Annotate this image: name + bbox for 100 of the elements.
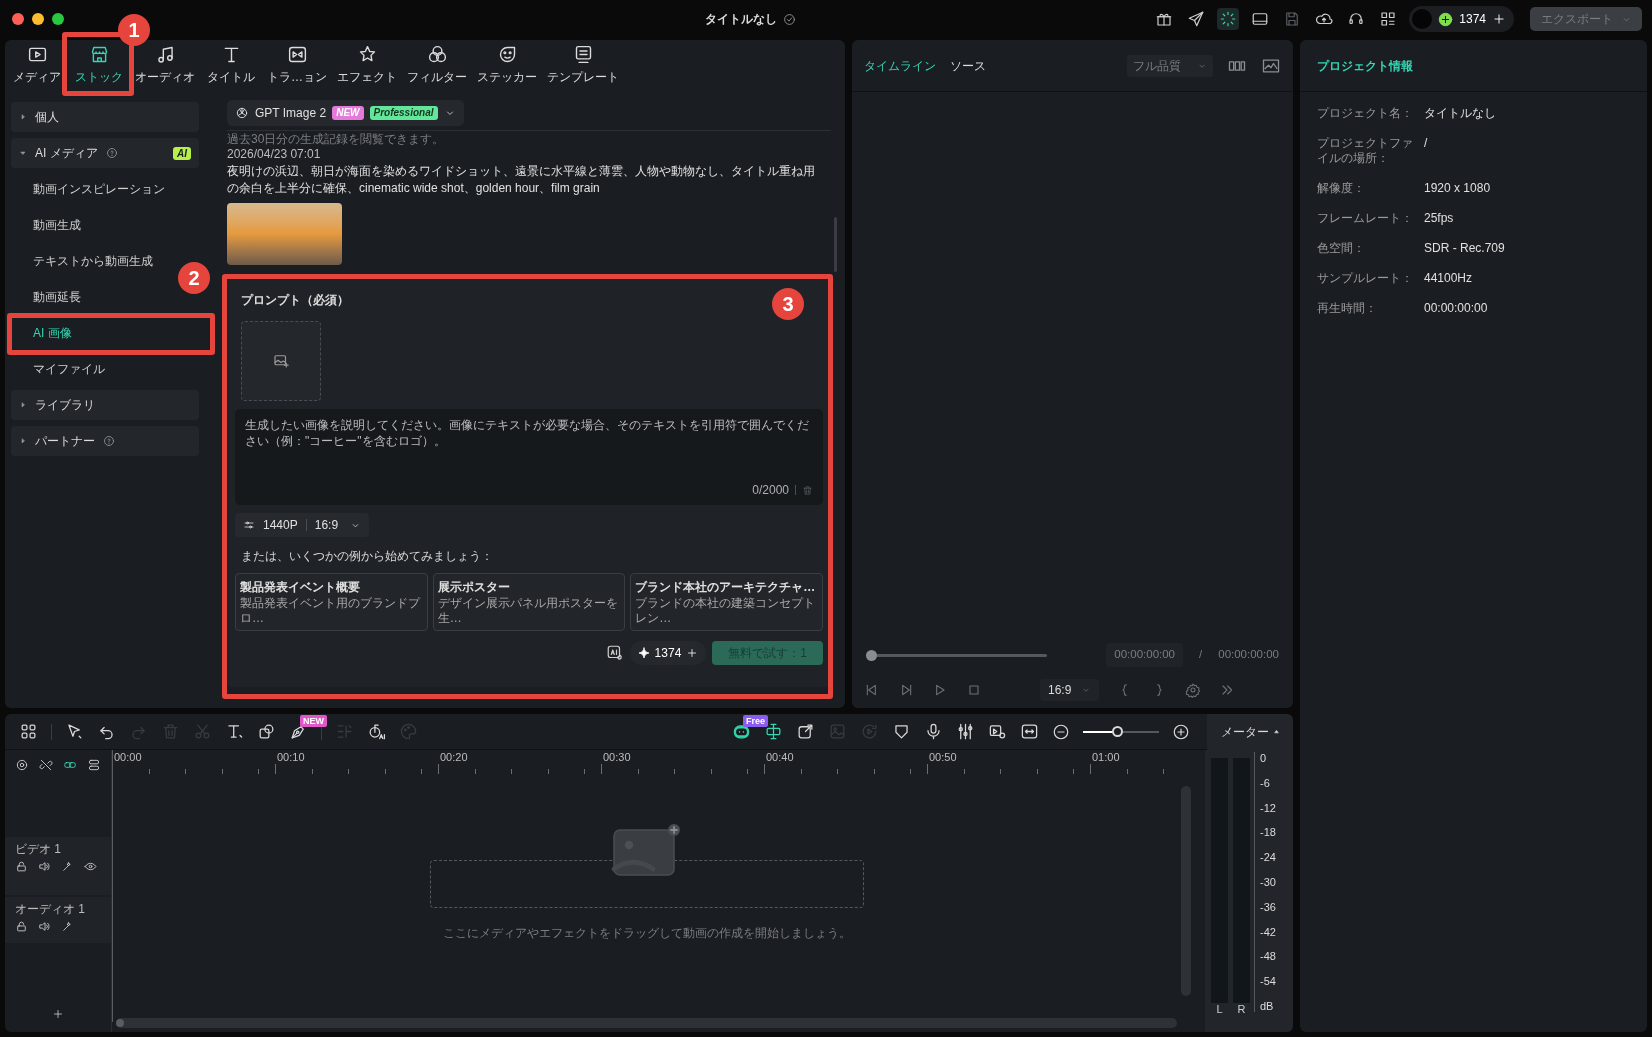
fit-icon[interactable]: [1020, 722, 1039, 741]
sidebar-group-label: パートナー: [35, 433, 95, 450]
lock-icon[interactable]: [15, 920, 28, 933]
info-value: 44100Hz: [1424, 271, 1474, 286]
example-description: 製品発表イベント用のブランドプロ…: [240, 596, 422, 626]
audio-ai-icon[interactable]: [367, 722, 386, 741]
credits-pill[interactable]: 1374: [629, 641, 707, 665]
current-time: 00:00:00:00: [1106, 643, 1184, 667]
caret-right-icon: [19, 401, 27, 409]
screen-icon[interactable]: [988, 722, 1007, 741]
media-tab[interactable]: フィルター: [407, 44, 467, 86]
media-tab[interactable]: エフェクト: [337, 44, 397, 86]
zoom-out-icon[interactable]: [1052, 722, 1070, 741]
media-tab[interactable]: オーディオ: [135, 44, 195, 86]
text-icon[interactable]: [225, 722, 244, 741]
add-track-icon[interactable]: [52, 1008, 64, 1020]
ai-image-icon[interactable]: [605, 644, 624, 662]
sidebar-group[interactable]: 個人: [11, 102, 199, 132]
pointer-icon[interactable]: [65, 722, 84, 741]
ruler-label: 00:50: [929, 750, 957, 764]
meter-scale-label: -18: [1260, 826, 1276, 839]
sidebar-item[interactable]: AI 画像: [33, 318, 72, 348]
sidebar-group[interactable]: AI メディア AI: [11, 138, 199, 168]
media-tab[interactable]: タイトル: [205, 44, 257, 86]
quality-dropdown[interactable]: フル品質: [1127, 54, 1213, 77]
scrubber-handle[interactable]: [866, 649, 877, 661]
scrollbar-thumb[interactable]: [834, 217, 837, 272]
zoom-button[interactable]: [52, 13, 64, 25]
plus-icon[interactable]: [1492, 12, 1506, 26]
sidebar-group[interactable]: パートナー: [11, 426, 199, 456]
example-card[interactable]: 製品発表イベント概要 製品発表イベント用のブランドプロ…: [235, 573, 428, 631]
info-value: 25fps: [1424, 211, 1455, 226]
horizontal-scrollbar[interactable]: [116, 1018, 1177, 1028]
panel-title: プロジェクト情報: [1317, 57, 1413, 75]
share-icon[interactable]: [796, 722, 815, 741]
sparkle-icon: [637, 647, 650, 659]
player-tab[interactable]: ソース: [950, 56, 986, 75]
media-tab[interactable]: ステッカー: [477, 44, 537, 86]
meter-scale-label: -36: [1260, 900, 1276, 913]
mixer-icon[interactable]: [956, 722, 975, 741]
settings-icon[interactable]: [15, 757, 29, 773]
eye-icon[interactable]: [84, 860, 97, 873]
media-tab[interactable]: ストック: [73, 44, 125, 86]
robot-icon[interactable]: [732, 722, 751, 741]
example-title: ブランド本社のアーキテクチャ…: [635, 579, 817, 596]
track-icon[interactable]: [87, 757, 101, 773]
resolution-value: 1440P: [263, 517, 298, 534]
model-selector[interactable]: GPT Image 2 NEW Professional: [227, 100, 464, 126]
media-tab[interactable]: テンプレート: [547, 44, 619, 86]
meter-scale-label: -48: [1260, 950, 1276, 963]
plus-icon[interactable]: [686, 647, 699, 659]
split-icon[interactable]: [764, 722, 783, 741]
player-tab[interactable]: タイムライン: [864, 56, 936, 75]
info-value: 1920 x 1080: [1424, 181, 1492, 196]
example-card[interactable]: 展示ポスター デザイン展示パネル用ポスターを生…: [432, 573, 626, 631]
grid-icon[interactable]: [19, 722, 38, 741]
prompt-field[interactable]: 生成したい画像を説明してください。画像にテキストが必要な場合、そのテキストを引用符で囲んでください（例："コーヒー"を含むロゴ）。 0/2000: [235, 409, 823, 505]
wand-icon[interactable]: [61, 860, 74, 873]
close-button[interactable]: [12, 13, 24, 25]
speaker-icon[interactable]: [38, 860, 51, 873]
example-card[interactable]: ブランド本社のアーキテクチャ… ブランドの本社の建築コンセプトレン…: [630, 573, 823, 631]
lock-icon[interactable]: [15, 860, 28, 873]
sidebar-item[interactable]: マイファイル: [33, 354, 105, 384]
output-settings-dropdown[interactable]: 1440P 16:9: [235, 513, 370, 537]
spinner-icon[interactable]: [1217, 8, 1240, 30]
info-label: フレームレート：: [1317, 211, 1414, 226]
unlink-icon[interactable]: [39, 757, 53, 773]
meter-dropdown[interactable]: メーター: [1207, 714, 1293, 750]
character-count: 0/2000: [752, 482, 789, 499]
meter-unit: dB: [1260, 999, 1275, 1012]
shapes-icon[interactable]: [257, 722, 276, 741]
example-title: 製品発表イベント概要: [240, 579, 361, 596]
example-title: 展示ポスター: [437, 579, 511, 596]
aspect-ratio-dropdown[interactable]: 16:9: [1040, 679, 1100, 701]
image-add-icon: [272, 352, 290, 370]
credits-pill[interactable]: 1374: [1409, 6, 1514, 32]
microphone-icon[interactable]: [924, 722, 943, 741]
minimize-button[interactable]: [32, 13, 44, 25]
meter-scale-label: -42: [1260, 925, 1276, 938]
shield-icon[interactable]: [892, 722, 911, 741]
history-note: 過去30日分の生成記録を閲覧できます。: [227, 131, 446, 147]
media-tab[interactable]: メディア: [11, 44, 63, 86]
panel-title: プロンプト（必須）: [241, 292, 349, 309]
prompt-input[interactable]: 生成したい画像を説明してください。画像にテキストが必要な場合、そのテキストを引用符で囲んでください（例："コーヒー"を含むロゴ）。: [245, 417, 813, 481]
drop-hint: ここにメディアやエフェクトをドラッグして動画の作成を開始しましょう。: [442, 925, 851, 942]
knot-icon: [235, 106, 249, 120]
photo-placeholder[interactable]: [227, 203, 342, 265]
zoom-in-icon[interactable]: [1172, 722, 1190, 741]
sidebar-item[interactable]: テキストから動画生成: [33, 246, 153, 276]
sidebar-group[interactable]: ライブラリ: [11, 390, 199, 420]
zoom-slider-handle[interactable]: [1112, 725, 1124, 737]
example-description: デザイン展示パネル用ポスターを生…: [437, 596, 619, 626]
track-name: ビデオ 1: [15, 842, 62, 856]
sidebar-item[interactable]: 動画インスピレーション: [33, 174, 165, 204]
step-number: 1: [118, 14, 150, 46]
media-tab[interactable]: トラ…ョン: [267, 44, 327, 86]
speaker-icon[interactable]: [38, 920, 51, 933]
sidebar-item[interactable]: 動画生成: [33, 210, 81, 240]
sidebar-item[interactable]: 動画延長: [33, 282, 81, 312]
wand-icon[interactable]: [61, 920, 74, 933]
